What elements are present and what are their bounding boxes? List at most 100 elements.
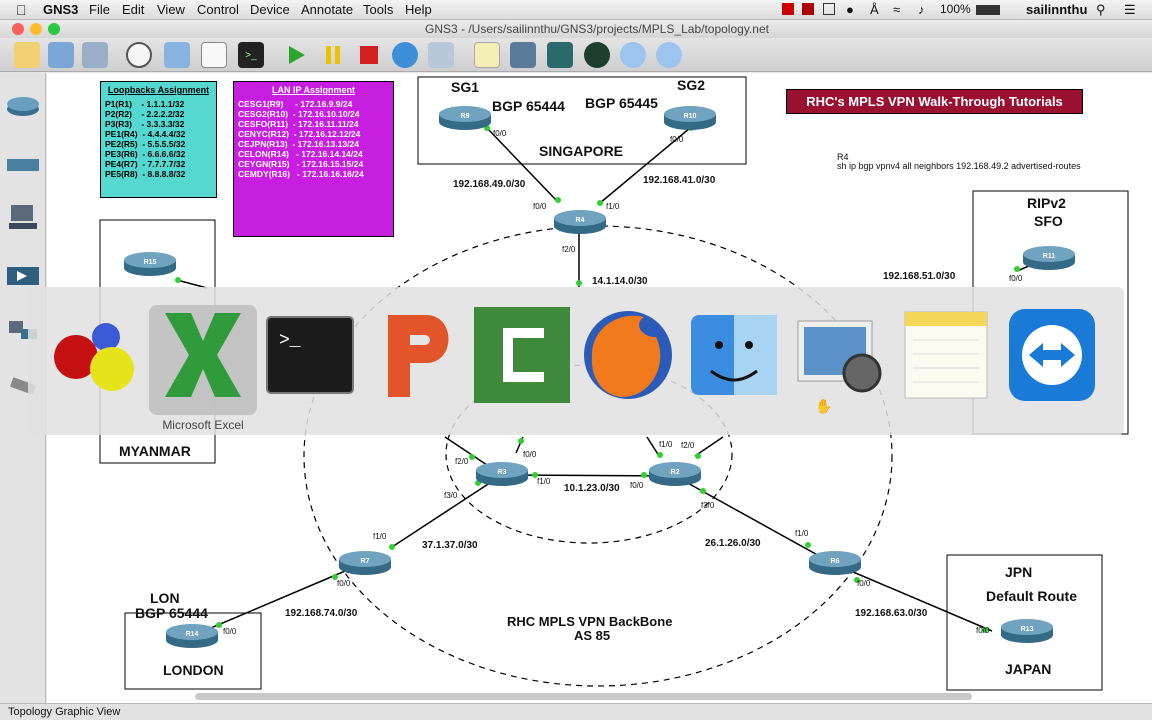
lan-ip-assignment-box: LAN IP Assignment CESG1(R9) - 172.16.9.9… — [233, 81, 394, 237]
menu-file[interactable]: File — [89, 2, 110, 17]
end-devices-category-icon[interactable] — [5, 203, 41, 233]
status-icon-red[interactable] — [782, 3, 794, 15]
minimize-window-button[interactable] — [30, 23, 42, 35]
iface-r2-f00: f0/0 — [630, 481, 644, 490]
horizontal-scrollbar[interactable] — [195, 693, 972, 700]
menu-help[interactable]: Help — [405, 2, 432, 17]
window-titlebar: GNS3 - /Users/sailinnthu/GNS3/projects/M… — [0, 20, 1152, 38]
notes-app-icon[interactable] — [898, 305, 994, 405]
spotlight-icon[interactable]: ⚲ — [1096, 2, 1106, 18]
router-r15[interactable]: R15 — [123, 249, 177, 277]
wifi-icon[interactable]: ≈ — [893, 2, 900, 17]
routers-category-icon[interactable] — [5, 91, 41, 121]
camtasia-app-icon[interactable] — [474, 305, 570, 405]
router-r2[interactable]: R2 — [648, 459, 702, 487]
router-r2-label: R2 — [670, 469, 680, 476]
bluetooth-icon[interactable]: Å — [870, 2, 879, 17]
stop-all-icon[interactable] — [356, 42, 382, 68]
zoom-in-icon[interactable] — [620, 42, 646, 68]
router-r6[interactable]: R6 — [808, 548, 862, 576]
net-14-1-14: 14.1.14.0/30 — [592, 276, 648, 287]
iface-r4-f10: f1/0 — [606, 202, 620, 211]
add-link-icon[interactable] — [164, 42, 190, 68]
menu-annotate[interactable]: Annotate — [301, 2, 353, 17]
console-icon[interactable]: >_ — [238, 42, 264, 68]
router-r3-label: R3 — [497, 469, 507, 476]
status-icon-box[interactable] — [823, 3, 835, 15]
powerpoint-app-icon[interactable] — [368, 305, 464, 405]
capture-icon[interactable] — [201, 42, 227, 68]
router-r4[interactable]: R4 — [553, 207, 607, 235]
iface-r3-f30: f3/0 — [444, 491, 458, 500]
excel-app-icon[interactable] — [155, 305, 251, 405]
bgp-65444-label: BGP 65444 — [492, 98, 565, 114]
draw-ellipse-icon[interactable] — [584, 42, 610, 68]
loopback-row: P1(R1) - 1.1.1.1/32 — [105, 99, 185, 109]
app-switcher-label: Microsoft Excel — [162, 418, 244, 432]
firefox-app-icon[interactable] — [580, 305, 676, 405]
net-192-168-49: 192.168.49.0/30 — [453, 179, 526, 190]
start-all-icon[interactable] — [283, 42, 309, 68]
suspend-all-icon[interactable] — [320, 42, 346, 68]
virtualbox-icon[interactable] — [428, 42, 454, 68]
save-project-icon[interactable] — [82, 42, 108, 68]
router-r11[interactable]: R11 — [1022, 243, 1076, 271]
router-r13[interactable]: R13 — [1000, 616, 1054, 644]
router-r7-label: R7 — [360, 558, 370, 565]
status-icon-record[interactable] — [802, 3, 814, 15]
net-26-1-26: 26.1.26.0/30 — [705, 538, 761, 549]
insert-picture-icon[interactable] — [510, 42, 536, 68]
open-project-icon[interactable] — [48, 42, 74, 68]
sg1-label: SG1 — [451, 79, 480, 95]
volume-icon[interactable]: ♪ — [918, 2, 925, 17]
zoom-out-icon[interactable] — [656, 42, 682, 68]
user-menu[interactable]: sailinnthu — [1026, 2, 1087, 17]
close-window-button[interactable] — [12, 23, 24, 35]
mouse-cursor: ✋ — [815, 398, 833, 414]
iface-r13-f00: f0/0 — [976, 626, 990, 635]
menu-edit[interactable]: Edit — [122, 2, 144, 17]
loopback-row: P3(R3) - 3.3.3.3/32 — [105, 119, 185, 129]
menu-view[interactable]: View — [157, 2, 185, 17]
iface-r10-f00: f0/0 — [670, 135, 684, 144]
london-label: LONDON — [163, 662, 224, 678]
router-r7[interactable]: R7 — [338, 548, 392, 576]
draw-rectangle-icon[interactable] — [547, 42, 573, 68]
lan-ip-row: CESG1(R9) - 172.16.9.9/24 — [238, 99, 353, 109]
iface-r9-f00: f0/0 — [493, 129, 507, 138]
lan-ip-title: LAN IP Assignment — [271, 85, 355, 95]
new-project-icon[interactable] — [14, 42, 40, 68]
notification-icon[interactable]: ☰ — [1124, 2, 1136, 18]
router-r14[interactable]: R14 — [165, 621, 219, 649]
net-192-168-51: 192.168.51.0/30 — [883, 271, 956, 282]
finder-app-icon[interactable] — [686, 305, 782, 405]
iface-r2-f30: f3/0 — [701, 501, 715, 510]
router-r9[interactable]: R9 — [438, 103, 492, 131]
battery-icon[interactable] — [976, 5, 1000, 15]
menu-device[interactable]: Device — [250, 2, 290, 17]
lan-ip-row: CENYC(R12) - 172.16.12.12/24 — [238, 129, 361, 139]
backbone-label: RHC MPLS VPN BackBone — [507, 614, 673, 629]
router-r10[interactable]: R10 — [663, 103, 717, 131]
add-note-icon[interactable] — [474, 42, 500, 68]
preview-app-icon[interactable] — [792, 305, 888, 405]
reload-all-icon[interactable] — [392, 42, 418, 68]
router-r13-label: R13 — [1020, 626, 1034, 633]
status-icon-c[interactable]: ● — [846, 2, 854, 17]
status-bar: Topology Graphic View — [0, 703, 1152, 720]
japan-label: JAPAN — [1005, 661, 1052, 677]
menu-control[interactable]: Control — [197, 2, 239, 17]
router-r3[interactable]: R3 — [475, 459, 529, 487]
menu-tools[interactable]: Tools — [363, 2, 393, 17]
switches-category-icon[interactable] — [5, 149, 41, 179]
snapshot-icon[interactable] — [126, 42, 152, 68]
terminal-app-icon[interactable]: >_ — [262, 305, 358, 405]
teamviewer-app-icon[interactable] — [1004, 305, 1100, 405]
gns3-app-icon[interactable] — [46, 305, 142, 405]
app-switcher: >_ Microsoft Excel ✋ — [28, 287, 1124, 435]
zoom-window-button[interactable] — [48, 23, 60, 35]
battery-percent[interactable]: 100% — [940, 2, 971, 16]
apple-icon[interactable]:  — [16, 2, 27, 18]
router-r15-label: R15 — [143, 259, 157, 266]
app-menu[interactable]: GNS3 — [43, 2, 78, 17]
